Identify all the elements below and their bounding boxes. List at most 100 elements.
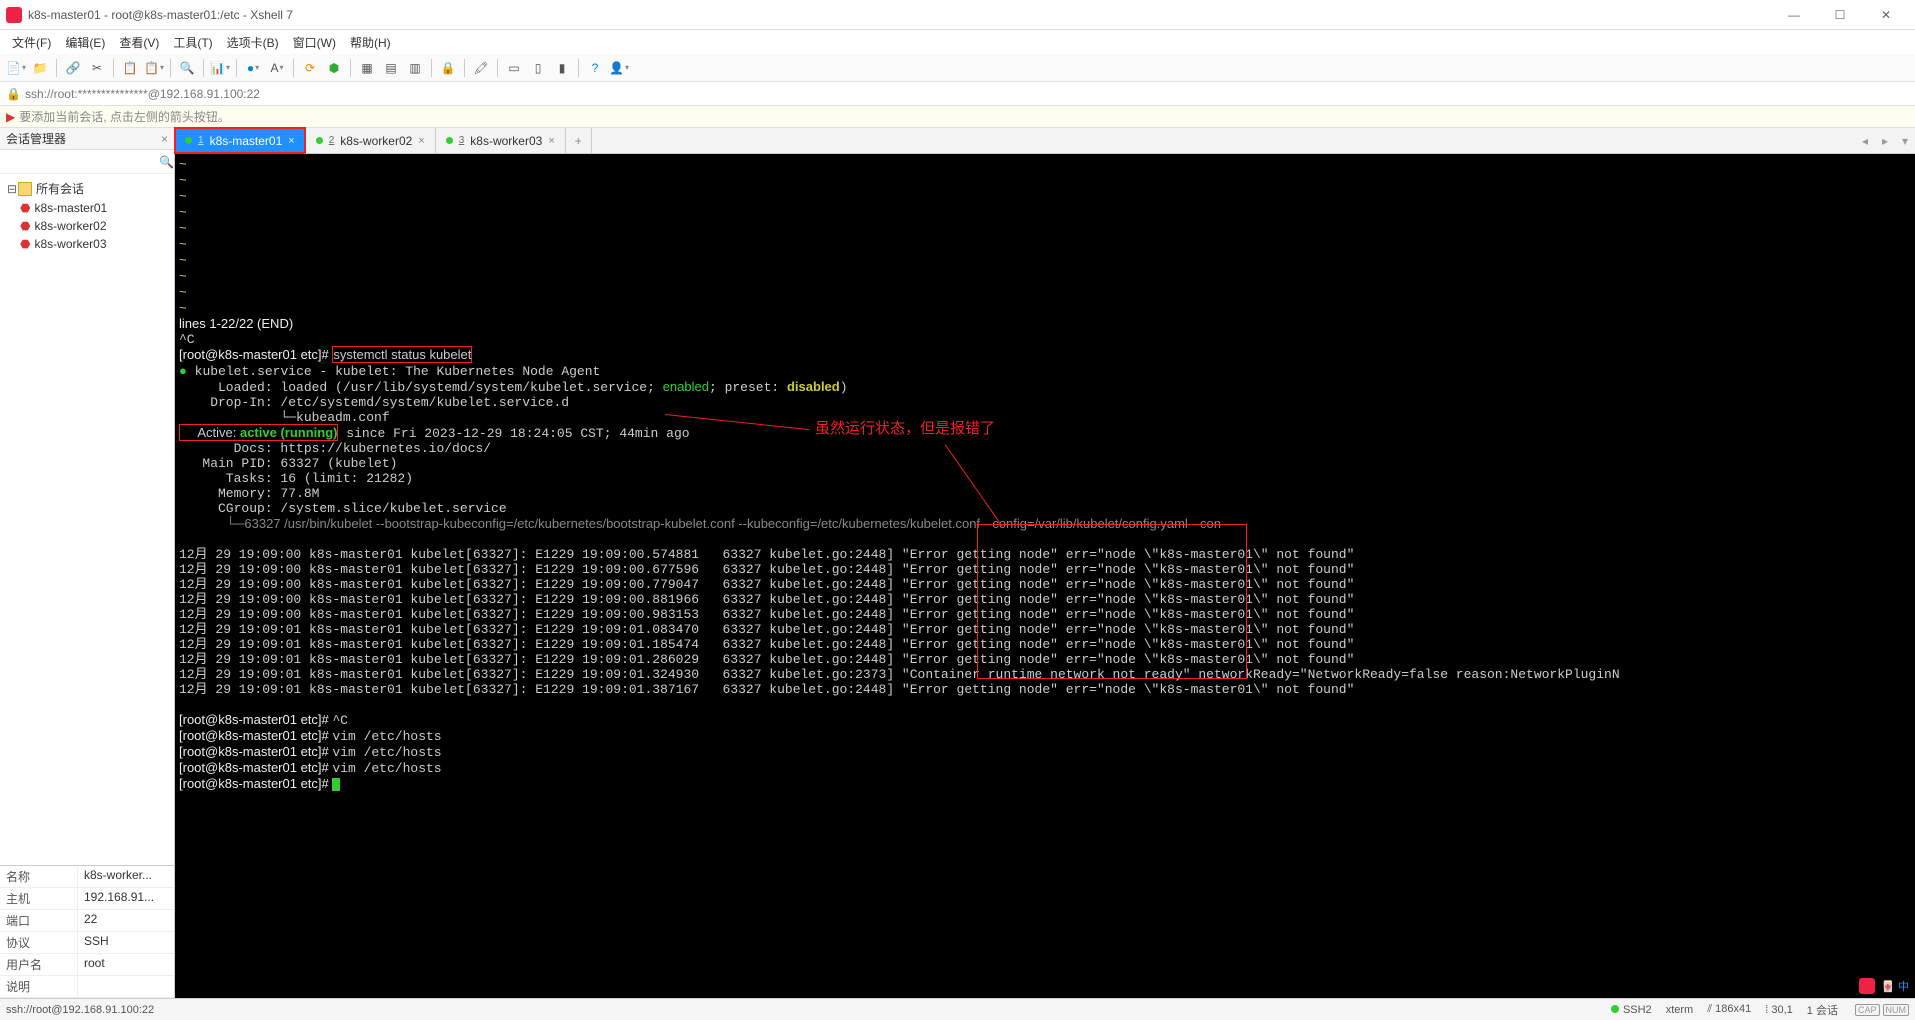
system-tray: 🀄 中: [1859, 978, 1909, 994]
tab-next-button[interactable]: ▸: [1875, 128, 1895, 153]
prop-row: 用户名root: [0, 954, 174, 976]
lock-icon: 🔒: [6, 87, 21, 101]
status-ssh: SSH2: [1611, 1004, 1652, 1016]
reconnect-button[interactable]: 🔗: [63, 58, 83, 78]
new-session-button[interactable]: 📄: [6, 58, 26, 78]
separator: [56, 59, 57, 77]
tree-root[interactable]: ⊟ 所有会话: [0, 178, 174, 199]
view1-button[interactable]: ▭: [504, 58, 524, 78]
hint-bar: ▶ 要添加当前会话, 点击左侧的箭头按钮。: [0, 106, 1915, 128]
tab-number: 3: [459, 135, 465, 146]
status-bar: ssh://root@192.168.91.100:22 SSH2 xterm …: [0, 998, 1915, 1020]
tab-label: k8s-worker02: [340, 134, 412, 148]
separator: [203, 59, 204, 77]
tab-close-icon[interactable]: ×: [288, 135, 294, 147]
sidebar-search: 🔍: [0, 150, 174, 174]
separator: [113, 59, 114, 77]
tab-label: k8s-worker03: [470, 134, 542, 148]
separator: [464, 59, 465, 77]
tab-number: 2: [329, 135, 335, 146]
tray-ime-icon[interactable]: 🀄 中: [1881, 978, 1909, 994]
color-button[interactable]: ●: [243, 58, 263, 78]
prop-row: 主机192.168.91...: [0, 888, 174, 910]
window-title: k8s-master01 - root@k8s-master01:/etc - …: [28, 8, 1771, 22]
tab-k8s-worker02[interactable]: 2 k8s-worker02 ×: [306, 128, 436, 153]
tab-close-icon[interactable]: ×: [548, 135, 554, 147]
status-term: xterm: [1666, 1004, 1694, 1016]
status-cursor: ⁞ 30,1: [1765, 1004, 1793, 1016]
content: 1 k8s-master01 × 2 k8s-worker02 × 3 k8s-…: [175, 128, 1915, 998]
highlight-button[interactable]: 🖍: [471, 58, 491, 78]
copy-button[interactable]: 📋: [120, 58, 140, 78]
prop-row: 说明: [0, 976, 174, 998]
session-label: k8s-master01: [34, 201, 107, 215]
status-sessions: 1 会话: [1807, 1002, 1838, 1018]
separator: [293, 59, 294, 77]
session-item[interactable]: ⬣ k8s-worker02: [0, 217, 174, 235]
main-area: 会话管理器 × 🔍 ⊟ 所有会话 ⬣ k8s-master01 ⬣ k8s-wo…: [0, 128, 1915, 998]
session-label: k8s-worker03: [34, 237, 106, 251]
hint-text: 要添加当前会话, 点击左侧的箭头按钮。: [19, 108, 230, 125]
menu-file[interactable]: 文件(F): [6, 32, 57, 53]
tab-k8s-master01[interactable]: 1 k8s-master01 ×: [175, 128, 306, 153]
session-icon: ⬣: [20, 201, 30, 215]
font-button[interactable]: A: [267, 58, 287, 78]
help-button[interactable]: ?: [585, 58, 605, 78]
open-button[interactable]: 📁: [30, 58, 50, 78]
session-tree: ⊟ 所有会话 ⬣ k8s-master01 ⬣ k8s-worker02 ⬣ k…: [0, 174, 174, 865]
sidebar-close-button[interactable]: ×: [161, 132, 168, 146]
properties-button[interactable]: 📊: [210, 58, 230, 78]
status-dot-icon: [316, 137, 323, 144]
maximize-button[interactable]: ☐: [1817, 0, 1863, 30]
tree-root-label: 所有会话: [36, 180, 84, 197]
status-dot-icon: [185, 137, 192, 144]
lock-button[interactable]: 🔒: [438, 58, 458, 78]
tools-button[interactable]: ⬢: [324, 58, 344, 78]
tab-k8s-worker03[interactable]: 3 k8s-worker03 ×: [436, 128, 566, 153]
prop-row: 协议SSH: [0, 932, 174, 954]
disconnect-button[interactable]: ✂: [87, 58, 107, 78]
status-size: ⫽ 186x41: [1707, 1003, 1751, 1016]
tab-prev-button[interactable]: ◂: [1855, 128, 1875, 153]
refresh-button[interactable]: ⟳: [300, 58, 320, 78]
session-search-input[interactable]: [4, 155, 159, 169]
prop-row: 端口22: [0, 910, 174, 932]
sidebar: 会话管理器 × 🔍 ⊟ 所有会话 ⬣ k8s-master01 ⬣ k8s-wo…: [0, 128, 175, 998]
session-item[interactable]: ⬣ k8s-worker03: [0, 235, 174, 253]
layout1-button[interactable]: ▦: [357, 58, 377, 78]
tray-app-icon[interactable]: [1859, 978, 1875, 994]
status-dot-icon: [446, 137, 453, 144]
address-text[interactable]: ssh://root:***************@192.168.91.10…: [25, 87, 260, 101]
minimize-button[interactable]: —: [1771, 0, 1817, 30]
search-icon[interactable]: 🔍: [159, 155, 174, 169]
find-button[interactable]: 🔍: [177, 58, 197, 78]
menu-tools[interactable]: 工具(T): [167, 32, 218, 53]
menu-tab[interactable]: 选项卡(B): [221, 32, 285, 53]
menu-view[interactable]: 查看(V): [113, 32, 165, 53]
menubar: 文件(F) 编辑(E) 查看(V) 工具(T) 选项卡(B) 窗口(W) 帮助(…: [0, 30, 1915, 54]
session-properties: 名称k8s-worker... 主机192.168.91... 端口22 协议S…: [0, 865, 174, 998]
layout3-button[interactable]: ▥: [405, 58, 425, 78]
toolbar: 📄 📁 🔗 ✂ 📋 📋 🔍 📊 ● A ⟳ ⬢ ▦ ▤ ▥ 🔒 🖍 ▭ ▯ ▮ …: [0, 54, 1915, 82]
add-tab-button[interactable]: +: [566, 128, 592, 153]
menu-edit[interactable]: 编辑(E): [59, 32, 111, 53]
view2-button[interactable]: ▯: [528, 58, 548, 78]
paste-button[interactable]: 📋: [144, 58, 164, 78]
user-button[interactable]: 👤: [609, 58, 629, 78]
status-caps: CAPNUM: [1852, 1004, 1909, 1016]
tab-close-icon[interactable]: ×: [418, 135, 424, 147]
layout2-button[interactable]: ▤: [381, 58, 401, 78]
sidebar-title: 会话管理器 ×: [0, 128, 174, 150]
app-icon: [6, 7, 22, 23]
address-bar: 🔒 ssh://root:***************@192.168.91.…: [0, 82, 1915, 106]
titlebar: k8s-master01 - root@k8s-master01:/etc - …: [0, 0, 1915, 30]
session-label: k8s-worker02: [34, 219, 106, 233]
close-button[interactable]: ✕: [1863, 0, 1909, 30]
menu-help[interactable]: 帮助(H): [344, 32, 397, 53]
terminal[interactable]: ~ ~ ~ ~ ~ ~ ~ ~ ~ ~ lines 1-22/22 (END) …: [175, 154, 1915, 998]
view3-button[interactable]: ▮: [552, 58, 572, 78]
session-item[interactable]: ⬣ k8s-master01: [0, 199, 174, 217]
menu-window[interactable]: 窗口(W): [287, 32, 342, 53]
tab-list-button[interactable]: ▾: [1895, 128, 1915, 153]
collapse-icon[interactable]: ⊟: [6, 182, 18, 196]
